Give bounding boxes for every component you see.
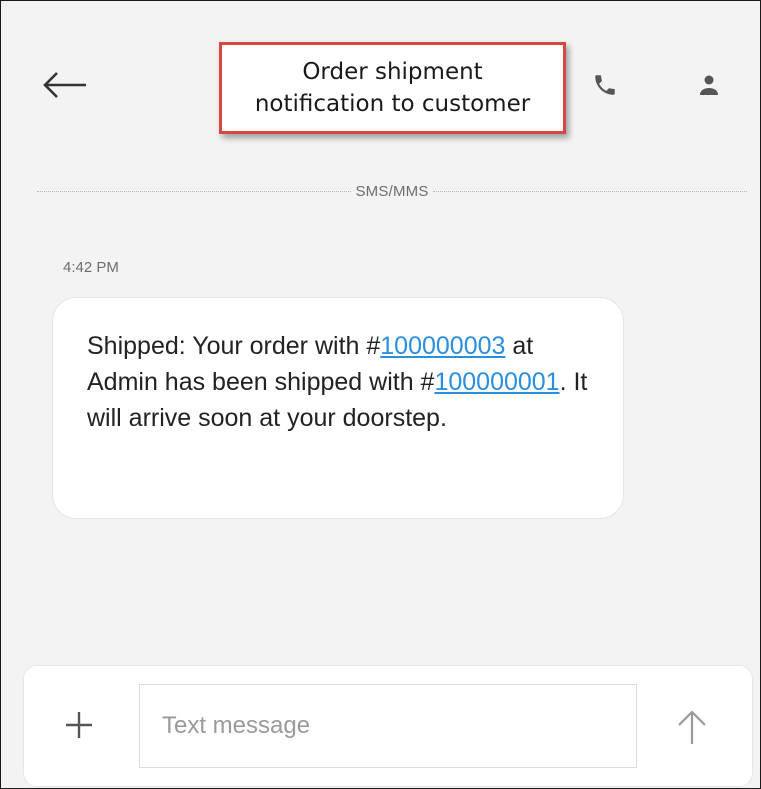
person-icon — [700, 75, 718, 95]
plus-icon — [66, 712, 92, 738]
messaging-screen: Order shipment notification to customer … — [0, 0, 761, 789]
channel-divider: SMS/MMS — [37, 181, 748, 201]
message-composer — [23, 665, 753, 787]
call-button[interactable] — [581, 63, 629, 107]
callout-line-2: notification to customer — [254, 91, 531, 117]
back-button[interactable] — [37, 63, 93, 107]
channel-label: SMS/MMS — [355, 182, 429, 200]
divider-line-right — [432, 190, 748, 192]
arrow-up-icon — [678, 710, 706, 744]
contact-button[interactable] — [685, 63, 733, 107]
annotation-callout: Order shipment notification to customer — [219, 42, 566, 134]
phone-icon — [595, 75, 615, 95]
order-number-link[interactable]: 100000003 — [380, 332, 505, 360]
message-timestamp: 4:42 PM — [63, 259, 119, 276]
send-button[interactable] — [671, 704, 713, 750]
text-message-input[interactable] — [139, 684, 637, 768]
shipment-number-link[interactable]: 100000001 — [434, 368, 559, 396]
divider-line-left — [37, 190, 352, 192]
arrow-left-icon — [43, 72, 86, 98]
callout-line-1: Order shipment — [302, 59, 483, 85]
message-text-1: Shipped: Your order with # — [87, 332, 381, 360]
message-bubble[interactable]: Shipped: Your order with #100000003 at A… — [52, 297, 624, 519]
add-attachment-button[interactable] — [58, 704, 100, 746]
